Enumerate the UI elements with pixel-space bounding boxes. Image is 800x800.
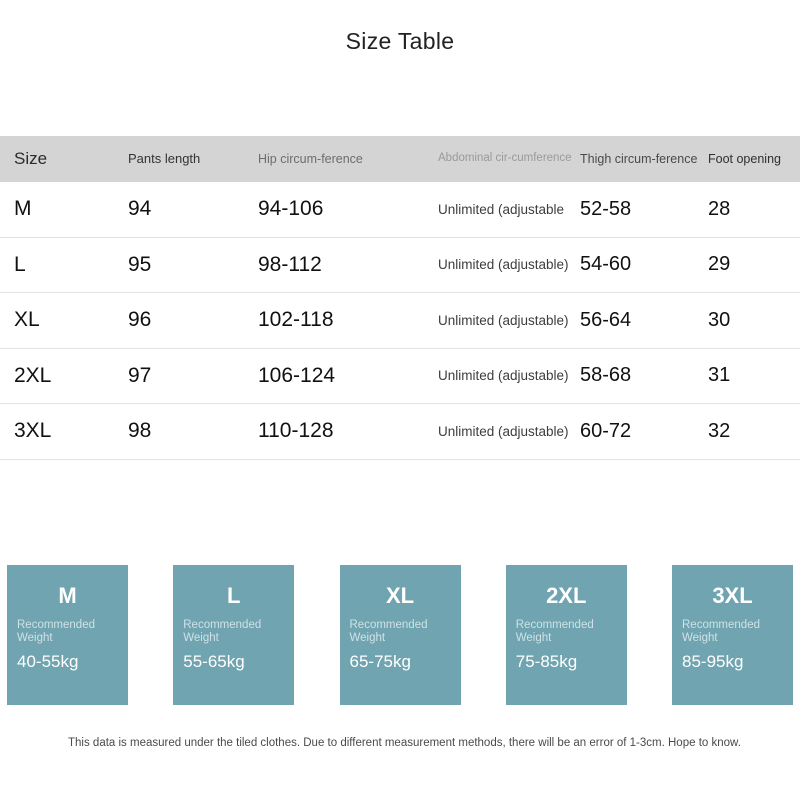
table-header-row: Size Pants length Hip circum-ference Abd… — [0, 136, 800, 182]
header-cell-size: Size — [0, 149, 118, 169]
cell-size: XL — [0, 308, 118, 332]
weight-card-label: Recommended Weight — [350, 619, 451, 645]
cell-pants-length: 98 — [118, 419, 248, 443]
cell-thigh-circumference: 52-58 — [580, 198, 708, 221]
cell-hip-circumference: 98-112 — [248, 253, 428, 277]
weight-card-label: Recommended Weight — [516, 619, 617, 645]
table-row: XL 96 102-118 Unlimited (adjustable) 56-… — [0, 293, 800, 349]
header-cell-pants-length: Pants length — [118, 152, 248, 167]
cell-pants-length: 94 — [118, 197, 248, 221]
cell-abdominal-circumference: Unlimited (adjustable) — [428, 424, 580, 439]
cell-hip-circumference: 110-128 — [248, 419, 428, 443]
weight-card: 2XL Recommended Weight 75-85kg — [506, 565, 627, 705]
page-title: Size Table — [0, 28, 800, 55]
weight-card-size: 2XL — [516, 585, 617, 607]
cell-foot-opening: 31 — [708, 364, 800, 387]
size-table: Size Pants length Hip circum-ference Abd… — [0, 136, 800, 460]
cell-foot-opening: 29 — [708, 253, 800, 276]
cell-abdominal-circumference: Unlimited (adjustable — [428, 202, 580, 217]
cell-hip-circumference: 102-118 — [248, 308, 428, 332]
weight-card-label: Recommended Weight — [682, 619, 783, 645]
cell-thigh-circumference: 58-68 — [580, 364, 708, 387]
cell-size: L — [0, 253, 118, 277]
weight-card-size: XL — [350, 585, 451, 607]
cell-size: 3XL — [0, 419, 118, 443]
weight-card-size: 3XL — [682, 585, 783, 607]
cell-size: 2XL — [0, 364, 118, 388]
cell-hip-circumference: 106-124 — [248, 364, 428, 388]
weight-card-size: L — [183, 585, 284, 607]
cell-foot-opening: 32 — [708, 420, 800, 443]
weight-card: 3XL Recommended Weight 85-95kg — [672, 565, 793, 705]
cell-pants-length: 96 — [118, 308, 248, 332]
weight-card-range: 75-85kg — [516, 653, 617, 670]
cell-abdominal-circumference: Unlimited (adjustable) — [428, 257, 580, 272]
table-row: 3XL 98 110-128 Unlimited (adjustable) 60… — [0, 404, 800, 460]
header-cell-abdominal-circumference: Abdominal cir-cumference — [428, 152, 580, 166]
cell-thigh-circumference: 56-64 — [580, 309, 708, 332]
cell-pants-length: 95 — [118, 253, 248, 277]
weight-card-range: 85-95kg — [682, 653, 783, 670]
cell-foot-opening: 30 — [708, 309, 800, 332]
table-row: L 95 98-112 Unlimited (adjustable) 54-60… — [0, 238, 800, 294]
weight-card-label: Recommended Weight — [17, 619, 118, 645]
weight-card: M Recommended Weight 40-55kg — [7, 565, 128, 705]
cell-thigh-circumference: 60-72 — [580, 420, 708, 443]
weight-card-label: Recommended Weight — [183, 619, 284, 645]
weight-card: L Recommended Weight 55-65kg — [173, 565, 294, 705]
weight-card-range: 65-75kg — [350, 653, 451, 670]
header-cell-thigh-circumference: Thigh circum-ference — [580, 152, 708, 167]
weight-card-size: M — [17, 585, 118, 607]
cell-size: M — [0, 197, 118, 221]
weight-card-list: M Recommended Weight 40-55kg L Recommend… — [7, 565, 793, 705]
header-cell-foot-opening: Foot opening — [708, 152, 800, 167]
cell-thigh-circumference: 54-60 — [580, 253, 708, 276]
cell-abdominal-circumference: Unlimited (adjustable) — [428, 313, 580, 328]
footer-disclaimer: This data is measured under the tiled cl… — [68, 735, 746, 753]
cell-abdominal-circumference: Unlimited (adjustable) — [428, 368, 580, 383]
weight-card-range: 40-55kg — [17, 653, 118, 670]
table-row: M 94 94-106 Unlimited (adjustable 52-58 … — [0, 182, 800, 238]
table-row: 2XL 97 106-124 Unlimited (adjustable) 58… — [0, 349, 800, 405]
header-cell-hip-circumference: Hip circum-ference — [248, 152, 428, 167]
cell-foot-opening: 28 — [708, 198, 800, 221]
weight-card: XL Recommended Weight 65-75kg — [340, 565, 461, 705]
cell-pants-length: 97 — [118, 364, 248, 388]
cell-hip-circumference: 94-106 — [248, 197, 428, 221]
weight-card-range: 55-65kg — [183, 653, 284, 670]
